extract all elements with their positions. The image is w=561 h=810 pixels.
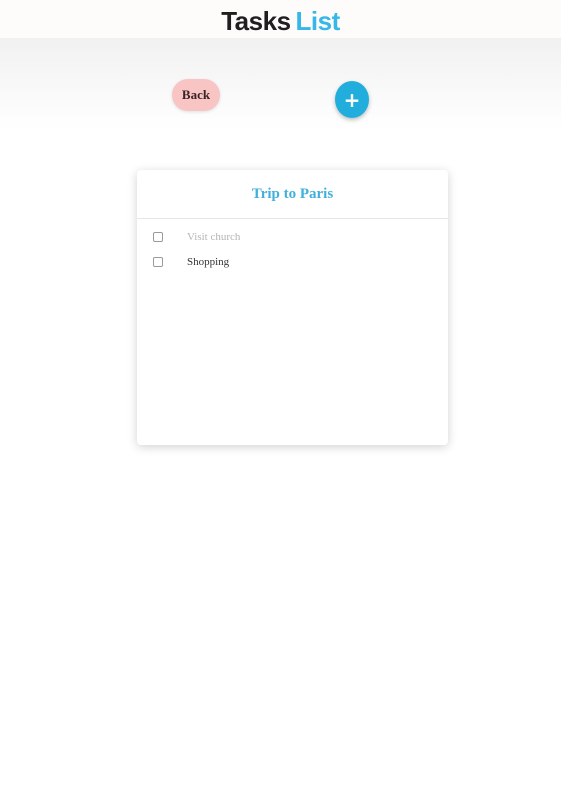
task-label: Shopping — [187, 256, 230, 268]
back-button[interactable]: Back — [172, 79, 220, 111]
list-title: Trip to Paris — [251, 186, 334, 202]
add-task-button[interactable]: + — [335, 81, 369, 118]
task-item[interactable]: Shopping — [153, 252, 433, 272]
title-primary: Tasks — [221, 6, 291, 36]
app-header: Tasks List — [0, 0, 561, 38]
page-title: Tasks List — [0, 6, 561, 37]
title-accent: List — [295, 6, 341, 36]
toolbar-band — [0, 38, 561, 130]
task-checkbox[interactable] — [153, 232, 163, 242]
task-checkbox[interactable] — [153, 257, 163, 267]
plus-icon: + — [343, 87, 361, 112]
task-list-card: Trip to Paris Visit church Shopping — [137, 170, 448, 445]
task-item[interactable]: Visit church — [153, 227, 433, 247]
task-label: Visit church — [187, 231, 241, 243]
divider — [137, 218, 448, 219]
